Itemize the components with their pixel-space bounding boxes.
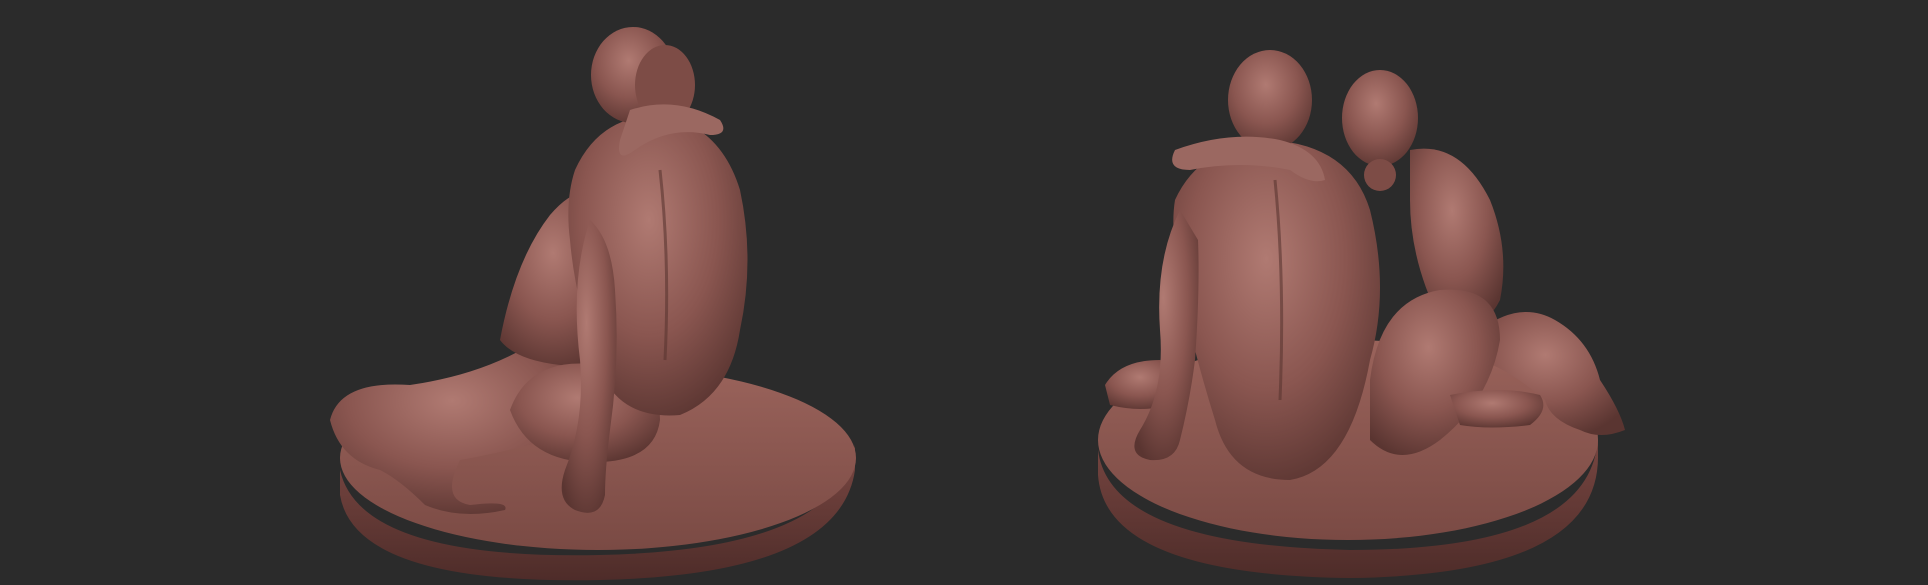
figure-male-head xyxy=(1228,50,1312,150)
figure-female-foot xyxy=(1450,390,1544,428)
sculpture-render-right xyxy=(1098,50,1625,578)
3d-viewport[interactable] xyxy=(0,0,1928,585)
hair-bun xyxy=(1364,159,1396,191)
sculpture-render-left xyxy=(330,27,856,581)
figure-female-head xyxy=(1342,70,1418,166)
